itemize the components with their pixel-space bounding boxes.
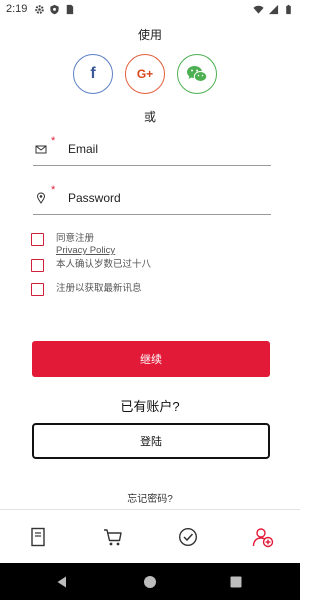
home-icon xyxy=(144,576,156,588)
continue-button[interactable]: 继续 xyxy=(32,341,270,377)
agree-register-row: 同意注册 Privacy Policy xyxy=(31,233,115,257)
age-confirm-label: 本人确认岁数已过十八 xyxy=(56,259,152,270)
agree-register-checkbox[interactable] xyxy=(31,233,44,246)
sim-card-icon xyxy=(66,4,74,15)
nav-item-account[interactable] xyxy=(225,510,300,564)
location-pin-icon xyxy=(36,192,46,204)
nav-item-document[interactable] xyxy=(0,510,75,564)
wifi-icon xyxy=(253,5,264,14)
google-plus-login-button[interactable]: G+ xyxy=(125,54,165,94)
add-user-icon xyxy=(252,528,273,548)
google-plus-icon: G+ xyxy=(136,67,154,81)
recents-button[interactable] xyxy=(228,574,244,590)
nav-item-check[interactable] xyxy=(150,510,225,564)
signal-icon xyxy=(268,4,279,15)
login-button[interactable]: 登陆 xyxy=(32,423,270,459)
social-login-row: f G+ xyxy=(73,54,217,94)
gear-icon xyxy=(35,5,44,14)
wechat-icon xyxy=(187,66,208,82)
facebook-icon: f xyxy=(90,65,96,82)
email-input[interactable] xyxy=(68,139,268,159)
bottom-nav xyxy=(0,509,300,564)
nav-item-cart[interactable] xyxy=(75,510,150,564)
required-mark: * xyxy=(51,135,56,147)
or-divider-label: 或 xyxy=(143,110,156,124)
email-field: * xyxy=(33,135,271,166)
check-circle-icon xyxy=(178,527,197,547)
facebook-login-button[interactable]: f xyxy=(73,54,113,94)
password-field: * xyxy=(33,184,271,215)
have-account-label: 已有账户? xyxy=(120,399,180,414)
back-icon xyxy=(57,576,66,588)
document-icon xyxy=(30,527,45,547)
status-icons-left xyxy=(34,4,75,15)
status-icons-right xyxy=(253,4,294,15)
shield-icon xyxy=(50,4,59,15)
cart-icon xyxy=(103,529,122,546)
status-time: 2:19 xyxy=(6,3,28,15)
status-bar: 2:19 xyxy=(0,0,300,20)
newsletter-row: 注册以获取最新讯息 xyxy=(31,283,142,296)
forgot-password-link[interactable]: 忘记密码? xyxy=(0,490,300,505)
wechat-login-button[interactable] xyxy=(177,54,217,94)
back-button[interactable] xyxy=(54,574,70,590)
privacy-policy-link[interactable]: Privacy Policy xyxy=(56,245,115,257)
newsletter-checkbox[interactable] xyxy=(31,283,44,296)
required-mark: * xyxy=(51,184,56,196)
system-nav-bar xyxy=(0,563,300,600)
age-confirm-row: 本人确认岁数已过十八 xyxy=(31,259,151,272)
recents-icon xyxy=(230,576,242,588)
newsletter-label: 注册以获取最新讯息 xyxy=(56,283,142,294)
battery-icon xyxy=(286,4,291,15)
use-heading: 使用 xyxy=(137,28,162,42)
mail-icon xyxy=(35,145,47,154)
agree-register-label: 同意注册 xyxy=(56,233,95,244)
home-button[interactable] xyxy=(142,574,158,590)
age-confirm-checkbox[interactable] xyxy=(31,259,44,272)
password-input[interactable] xyxy=(68,188,268,208)
